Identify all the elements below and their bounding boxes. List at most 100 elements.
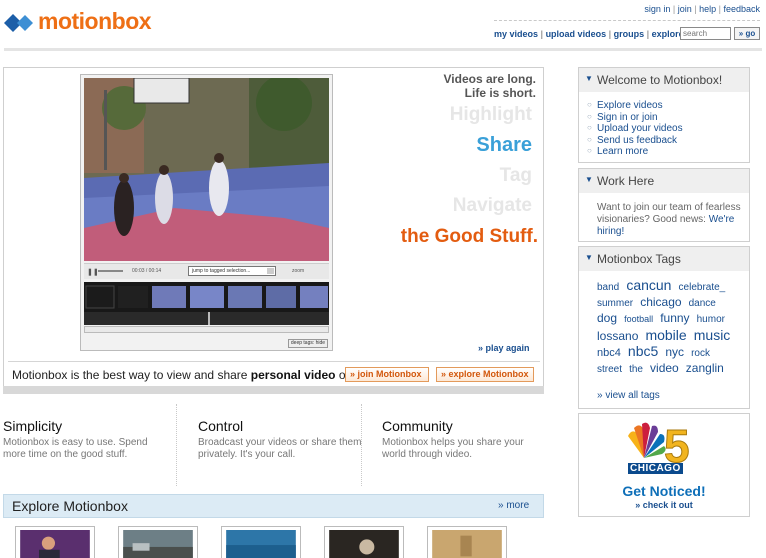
word-share: Share: [476, 134, 532, 156]
bullet-icon: ○: [587, 100, 592, 109]
explore-motionbox-button[interactable]: » explore Motionbox: [436, 367, 534, 382]
tag-link[interactable]: dog: [597, 311, 617, 325]
explore-thumbnail[interactable]: [427, 526, 507, 558]
double-chevron-icon: »: [478, 343, 484, 353]
ad-cta-label: check it out: [642, 500, 693, 510]
bullet-icon: ○: [587, 112, 592, 121]
nav-upload-videos[interactable]: upload videos: [546, 29, 607, 39]
ad-cta-link[interactable]: » check it out: [578, 500, 750, 510]
tagline-line-2: Life is short.: [464, 86, 536, 100]
logo-icon[interactable]: [4, 13, 34, 33]
help-link[interactable]: help: [699, 4, 716, 14]
video-frame[interactable]: [84, 78, 329, 261]
welcome-sign-in[interactable]: Sign in or join: [597, 112, 658, 124]
promo-text-bold: personal video: [250, 368, 336, 382]
word-good-stuff: the Good Stuff.: [400, 226, 538, 247]
timeline-scrollbar[interactable]: [84, 326, 329, 333]
logo-wordmark[interactable]: motionbox: [38, 8, 152, 35]
time-display: 00:03 / 00:14: [132, 268, 162, 274]
feedback-link[interactable]: feedback: [723, 4, 760, 14]
view-all-tags-label: view all tags: [605, 390, 660, 401]
double-chevron-icon: »: [635, 500, 641, 510]
jump-to-tag-select[interactable]: jump to tagged selection...: [188, 266, 276, 276]
header-rule: [4, 48, 762, 51]
tag-link[interactable]: lossano: [597, 329, 638, 343]
feature-simplicity-title: Simplicity: [3, 418, 63, 434]
double-chevron-icon: »: [597, 390, 603, 401]
sign-in-link[interactable]: sign in: [644, 4, 670, 14]
nav-divider: [494, 20, 760, 21]
tag-link[interactable]: rock: [691, 348, 710, 359]
tag-link[interactable]: nbc4: [597, 347, 621, 359]
welcome-upload[interactable]: Upload your videos: [597, 123, 683, 135]
tag-link[interactable]: football: [624, 314, 653, 324]
more-label: more: [506, 500, 530, 511]
triangle-down-icon[interactable]: ▼: [585, 74, 593, 83]
tag-link[interactable]: cancun: [626, 277, 671, 293]
play-again-label: play again: [485, 343, 530, 353]
tag-link[interactable]: summer: [597, 298, 633, 309]
tag-link[interactable]: celebrate_: [679, 282, 726, 293]
top-links: sign in | join | help | feedback: [644, 4, 760, 14]
tag-link[interactable]: dance: [689, 298, 716, 309]
tag-link[interactable]: zanglin: [686, 361, 724, 375]
explore-more-link[interactable]: » more: [498, 500, 529, 511]
triangle-down-icon[interactable]: ▼: [585, 175, 593, 184]
tag-cloud: band cancun celebrate_ summer chicago da…: [597, 278, 745, 377]
tag-link[interactable]: music: [694, 327, 731, 343]
tag-link[interactable]: the: [629, 364, 643, 375]
zoom-label[interactable]: zoom: [292, 268, 304, 274]
explore-thumbnail[interactable]: [118, 526, 198, 558]
tag-link[interactable]: street: [597, 364, 622, 375]
pause-icon[interactable]: ❚❚: [87, 268, 99, 276]
feature-control-title: Control: [198, 418, 244, 434]
work-text: Want to join our team of fearless vision…: [597, 202, 745, 238]
tag-link[interactable]: humor: [697, 314, 725, 325]
search-go-button[interactable]: » go: [734, 27, 760, 40]
tag-link[interactable]: video: [650, 361, 679, 375]
play-again-link[interactable]: » play again: [478, 343, 530, 353]
triangle-down-icon[interactable]: ▼: [585, 253, 593, 262]
explore-thumbnail[interactable]: [324, 526, 404, 558]
search-input[interactable]: [680, 27, 731, 40]
volume-slider[interactable]: [98, 270, 123, 272]
feature-community-desc: Motionbox helps you share your world thr…: [382, 437, 524, 460]
welcome-feedback[interactable]: Send us feedback: [597, 135, 677, 147]
explore-thumbnail[interactable]: [15, 526, 95, 558]
bullet-icon: ○: [587, 135, 592, 144]
word-navigate: Navigate: [452, 195, 532, 216]
go-label: go: [745, 29, 756, 38]
welcome-title: Welcome to Motionbox!: [597, 73, 723, 87]
feature-divider: [176, 404, 177, 486]
tag-link[interactable]: funny: [660, 311, 689, 325]
tag-link[interactable]: nyc: [665, 345, 684, 359]
nav-explore[interactable]: explore: [652, 29, 684, 39]
tag-link[interactable]: chicago: [640, 295, 681, 309]
deep-tags-toggle[interactable]: deep tags: hide: [288, 339, 328, 348]
nav-groups[interactable]: groups: [614, 29, 645, 39]
tag-link[interactable]: band: [597, 282, 619, 293]
join-motionbox-button[interactable]: » join Motionbox: [345, 367, 429, 382]
double-chevron-icon: »: [498, 500, 504, 511]
nbc-city: CHICAGO: [628, 463, 683, 474]
nav-my-videos[interactable]: my videos: [494, 29, 538, 39]
join-link[interactable]: join: [678, 4, 692, 14]
word-tag: Tag: [499, 165, 532, 186]
welcome-explore-videos[interactable]: Explore videos: [597, 100, 663, 112]
view-all-tags-link[interactable]: » view all tags: [597, 390, 660, 401]
feature-control-desc: Broadcast your videos or share them priv…: [198, 437, 362, 460]
work-title: Work Here: [597, 174, 655, 188]
ad-headline[interactable]: Get Noticed!: [578, 483, 750, 499]
chevron-down-icon: [267, 268, 274, 274]
promo-text-start: Motionbox is the best way to view and sh…: [12, 368, 251, 382]
bullet-icon: ○: [587, 123, 592, 132]
tag-link[interactable]: mobile: [645, 327, 686, 343]
jump-select-label: jump to tagged selection...: [192, 268, 251, 274]
word-highlight: Highlight: [449, 104, 532, 125]
explore-thumbnail[interactable]: [221, 526, 301, 558]
welcome-learn-more[interactable]: Learn more: [597, 146, 648, 158]
thumbnail-strip[interactable]: [84, 282, 329, 325]
tag-link[interactable]: nbc5: [628, 343, 658, 359]
feature-simplicity-desc: Motionbox is easy to use. Spend more tim…: [3, 437, 148, 460]
explore-label: explore Motionbox: [448, 369, 529, 379]
